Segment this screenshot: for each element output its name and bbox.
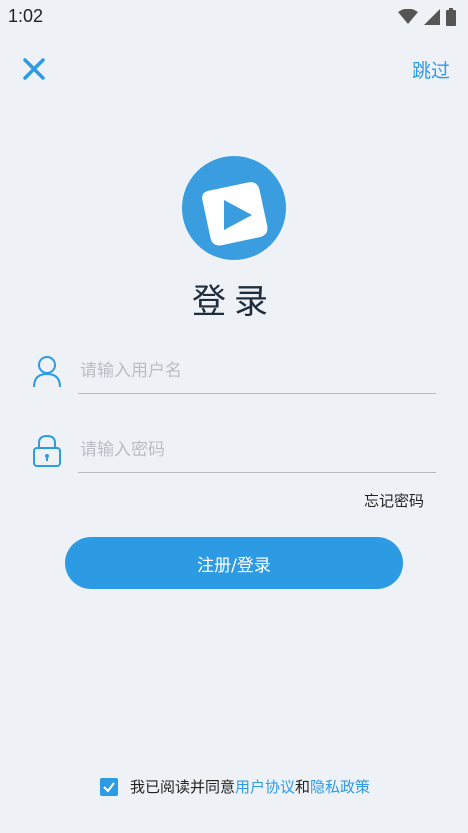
register-login-button[interactable]: 注册/登录: [65, 537, 403, 589]
username-input[interactable]: [78, 350, 440, 392]
battery-icon: [446, 8, 456, 26]
status-icons: [398, 8, 456, 26]
close-icon: [23, 58, 45, 80]
close-button[interactable]: [20, 55, 48, 83]
forgot-password-link[interactable]: 忘记密码: [364, 490, 424, 511]
user-icon: [33, 356, 61, 388]
status-time: 1:02: [8, 6, 44, 26]
wifi-icon: [398, 9, 418, 24]
user-agreement-link[interactable]: 用户协议: [235, 776, 295, 797]
signal-icon: [424, 9, 440, 25]
agreement-row: 我已阅读并同意 用户协议和隐私政策: [100, 776, 370, 797]
agreement-prefix: 我已阅读并同意: [130, 778, 236, 796]
password-underline: [78, 472, 436, 473]
lock-icon: [33, 434, 61, 467]
username-underline: [78, 393, 436, 394]
page-title: 登录: [192, 282, 276, 322]
password-field: [30, 429, 440, 473]
password-input[interactable]: [78, 429, 440, 471]
agreement-checkbox[interactable]: [100, 777, 118, 796]
username-field: [30, 350, 440, 394]
app-logo-icon: [182, 156, 286, 260]
skip-button[interactable]: 跳过: [412, 56, 450, 83]
checkmark-icon: [103, 781, 115, 793]
privacy-policy-link[interactable]: 隐私政策: [310, 776, 370, 797]
agreement-conjunction: 和: [295, 778, 311, 796]
status-bar: 1:02: [0, 0, 468, 34]
